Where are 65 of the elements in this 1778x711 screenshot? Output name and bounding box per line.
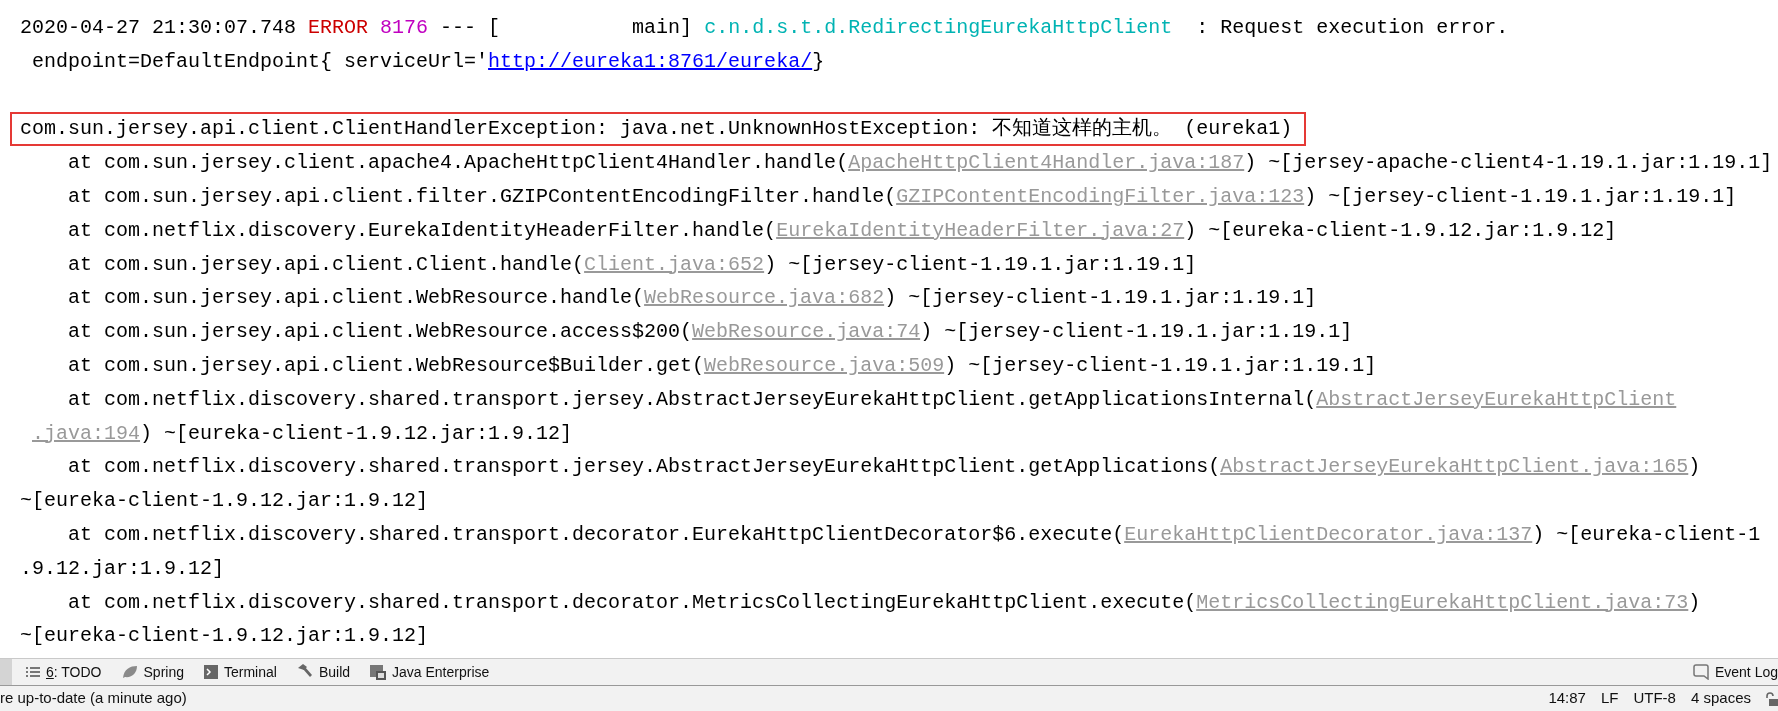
status-item[interactable]: 14:87: [1548, 687, 1586, 710]
window-icon: [370, 664, 387, 680]
source-link[interactable]: WebResource.java:509: [704, 353, 945, 377]
source-link[interactable]: AbstractJerseyEurekaHttpClient: [1316, 387, 1677, 411]
source-link[interactable]: EurekaIdentityHeaderFilter.java:27: [776, 218, 1185, 242]
log-text: ) ~[eureka-client-1.9.12.jar:1.9.12]: [140, 421, 573, 445]
tool-window-button[interactable]: Event Log: [1684, 661, 1778, 683]
log-text: 2020-04-27 21:30:07.748: [20, 16, 298, 39]
list-icon: [26, 666, 40, 678]
log-text: at com.netflix.discovery.shared.transport.decorator.MetricsCollectingEurekaHttpClient.execute(: [68, 590, 1197, 614]
log-text: ) ~[jersey-client-1.19.1.jar:1.19.1]: [944, 353, 1377, 377]
log-text: at com.sun.jersey.api.client.WebResource$Builder.get(: [68, 353, 705, 377]
log-text: at com.netflix.discovery.shared.transport.jersey.AbstractJerseyEurekaHttpClient.getApplications(: [68, 455, 1221, 479]
log-text: : Request execution error.: [1195, 16, 1509, 39]
source-link[interactable]: Client.java:652: [584, 252, 765, 276]
speech-bubble-icon: [1692, 664, 1709, 680]
source-link[interactable]: EurekaHttpClientDecorator.java:137: [1124, 522, 1533, 546]
status-item[interactable]: LF: [1600, 687, 1619, 710]
process-id: 8176: [380, 16, 429, 39]
log-text: ) ~[eureka-client-1: [1532, 522, 1761, 546]
tool-window-button[interactable]: 6: TODO: [18, 661, 110, 683]
log-text: at com.sun.jersey.client.apache4.ApacheHttpClient4Handler.handle(: [68, 151, 849, 175]
log-text: at com.netflix.discovery.EurekaIdentityHeaderFilter.handle(: [68, 218, 777, 242]
log-text: .9.12.jar:1.9.12]: [20, 556, 225, 580]
log-text: --- [ main]: [439, 16, 694, 39]
source-link[interactable]: AbstractJerseyEurekaHttpClient.java:165: [1220, 455, 1689, 479]
status-item[interactable]: UTF-8: [1633, 687, 1676, 710]
tool-window-button[interactable]: Build: [288, 661, 359, 683]
tool-window-button[interactable]: Terminal: [196, 661, 285, 683]
log-text: at com.sun.jersey.api.client.WebResource.handle(: [68, 286, 645, 310]
log-level: ERROR: [308, 16, 369, 39]
leaf-icon: [121, 665, 138, 679]
url-link[interactable]: http://eureka1:8761/eureka/: [488, 49, 813, 73]
logger-name: c.n.d.s.t.d.RedirectingEurekaHttpClient: [704, 16, 1173, 39]
source-link[interactable]: .java:194: [32, 421, 141, 445]
tool-window-button[interactable]: Java Enterprise: [362, 661, 498, 683]
hammer-icon: [296, 664, 313, 680]
log-text: ) ~[jersey-apache-client4-1.19.1.jar:1.19.1]: [1244, 151, 1773, 175]
terminal-icon: [204, 665, 218, 679]
log-text: ) ~[eureka-client-1.9.12.jar:1.9.12]: [1184, 218, 1617, 242]
source-link[interactable]: WebResource.java:74: [692, 320, 921, 344]
log-text: ): [1688, 455, 1701, 479]
source-link[interactable]: MetricsCollectingEurekaHttpClient.java:73: [1196, 590, 1689, 614]
tool-window-button[interactable]: Spring: [113, 661, 192, 683]
log-text: com.sun.jersey.api.client.ClientHandlerException: java.net.UnknownHostException: 不知道这样的主机。 (eureka1): [20, 117, 1293, 141]
log-text: at com.netflix.discovery.shared.transport.decorator.EurekaHttpClientDecorator$6.execute(: [68, 522, 1125, 546]
source-link[interactable]: WebResource.java:682: [644, 286, 885, 310]
source-link[interactable]: ApacheHttpClient4Handler.java:187: [848, 151, 1245, 175]
log-text: ~[eureka-client-1.9.12.jar:1.9.12]: [20, 489, 429, 513]
source-link[interactable]: GZIPContentEncodingFilter.java:123: [896, 185, 1305, 208]
log-text: ) ~[jersey-client-1.19.1.jar:1.19.1]: [1304, 185, 1737, 208]
lock-icon[interactable]: [1766, 691, 1778, 706]
log-text: at com.sun.jersey.api.client.WebResource.access$200(: [68, 320, 693, 344]
log-text: at com.netflix.discovery.shared.transport.jersey.AbstractJerseyEurekaHttpClient.getApplicationsInternal(: [68, 387, 1317, 411]
status-message: re up-to-date (a minute ago): [0, 688, 188, 709]
log-text: }: [812, 49, 825, 73]
log-text: ): [1688, 590, 1701, 614]
log-text: ) ~[jersey-client-1.19.1.jar:1.19.1]: [884, 286, 1317, 310]
log-text: ~[eureka-client-1.9.12.jar:1.9.12]: [20, 624, 429, 648]
log-text: endpoint=DefaultEndpoint{ serviceUrl=': [32, 49, 489, 73]
log-text: at com.sun.jersey.api.client.Client.handle(: [68, 252, 585, 276]
status-item[interactable]: 4 spaces: [1690, 687, 1751, 710]
log-text: ) ~[jersey-client-1.19.1.jar:1.19.1]: [920, 320, 1353, 344]
log-text: at com.sun.jersey.api.client.filter.GZIPContentEncodingFilter.handle(: [68, 185, 897, 208]
log-text: ) ~[jersey-client-1.19.1.jar:1.19.1]: [764, 252, 1197, 276]
